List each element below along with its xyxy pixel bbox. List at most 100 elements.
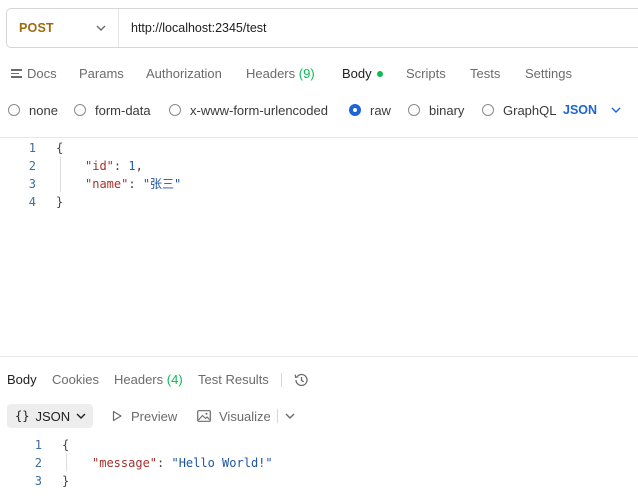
tab-scripts[interactable]: Scripts (406, 64, 446, 84)
tab-body-label: Body (342, 66, 372, 81)
response-tab-body[interactable]: Body (7, 370, 37, 390)
visualize-image-icon (197, 410, 211, 422)
tab-tests[interactable]: Tests (470, 64, 500, 84)
line-number: 3 (34, 474, 42, 488)
response-headers-count: (4) (166, 372, 183, 387)
response-tab-cookies[interactable]: Cookies (52, 370, 99, 390)
url-bar: POST http://localhost:2345/test (6, 8, 638, 48)
body-format-select[interactable]: JSON (563, 100, 621, 120)
response-tab-body-label: Body (7, 372, 37, 387)
json-key-message: "message" (92, 456, 158, 470)
body-type-selector: none form-data x-www-form-urlencoded raw… (0, 100, 638, 120)
tab-headers-label: Headers (246, 66, 296, 81)
radio-urlencoded-label: x-www-form-urlencoded (190, 102, 328, 118)
tab-authorization[interactable]: Authorization (146, 64, 222, 84)
preview-label: Preview (131, 408, 178, 424)
response-tab-headers-label: Headers (114, 372, 164, 387)
code-line: 2 "message": "Hello World!" (0, 454, 638, 472)
tab-tests-label: Tests (470, 66, 501, 81)
open-brace: { (62, 438, 70, 452)
radio-binary-label: binary (429, 102, 465, 118)
code-line: 2 "id": 1, (0, 157, 638, 175)
chevron-down-icon (96, 25, 106, 31)
tab-settings-label: Settings (525, 66, 572, 81)
close-brace: } (62, 474, 70, 488)
pane-divider[interactable] (0, 356, 638, 357)
json-key-id: "id" (85, 159, 114, 173)
request-body-editor[interactable]: 1 { 2 "id": 1, 3 "name": "张三" 4 } (0, 139, 638, 219)
radio-form-data-label: form-data (95, 102, 151, 118)
json-value-id: 1 (128, 159, 136, 173)
line-number: 2 (28, 159, 36, 173)
response-toolbar: {} JSON Preview Visualize (0, 404, 638, 428)
radio-urlencoded-circle[interactable] (169, 104, 181, 116)
radio-binary-circle[interactable] (408, 104, 420, 116)
radio-none[interactable]: none (8, 100, 58, 120)
json-key-name: "name" (85, 177, 129, 191)
line-number: 2 (34, 456, 42, 470)
code-line: 3 "name": "张三" (0, 175, 638, 193)
tab-scripts-label: Scripts (406, 66, 446, 81)
preview-play-icon (112, 410, 122, 422)
line-number: 4 (28, 195, 36, 209)
tab-settings[interactable]: Settings (525, 64, 572, 84)
headers-count: (9) (298, 66, 315, 81)
radio-form-data[interactable]: form-data (74, 100, 151, 120)
close-brace: } (56, 195, 64, 209)
tab-docs[interactable]: Docs (11, 64, 57, 84)
radio-raw-label: raw (370, 102, 391, 118)
tab-params-label: Params (79, 66, 124, 81)
response-tab-test-results[interactable]: Test Results (198, 370, 269, 390)
radio-none-circle[interactable] (8, 104, 20, 116)
response-format-label: JSON (35, 408, 71, 424)
json-value-message: "Hello World!" (171, 456, 273, 470)
tab-headers[interactable]: Headers (9) (246, 64, 315, 84)
code-line: 4 } (0, 193, 638, 211)
visualize-button[interactable]: Visualize (197, 404, 271, 428)
preview-button[interactable]: Preview (111, 404, 177, 428)
tab-docs-label: Docs (27, 66, 57, 81)
radio-graphql[interactable]: GraphQL (482, 100, 556, 120)
request-tabs: Docs Params Authorization Headers (9) Bo… (0, 64, 638, 84)
visualize-label: Visualize (219, 408, 271, 424)
response-tabs: Body Cookies Headers (4) Test Results (0, 370, 638, 390)
radio-binary[interactable]: binary (408, 100, 464, 120)
json-value-name: "张三" (142, 177, 182, 191)
chevron-down-icon[interactable] (285, 413, 295, 419)
method-label: POST (19, 21, 54, 35)
response-tab-headers[interactable]: Headers (4) (114, 370, 183, 390)
docs-icon (11, 69, 22, 78)
radio-none-label: none (29, 102, 58, 118)
line-number: 1 (34, 438, 42, 452)
radio-raw-circle[interactable] (349, 104, 361, 116)
radio-graphql-label: GraphQL (503, 102, 557, 118)
method-select[interactable]: POST (7, 9, 119, 47)
response-tab-cookies-label: Cookies (52, 372, 99, 387)
code-line: 1 { (0, 436, 638, 454)
tab-params[interactable]: Params (79, 64, 124, 84)
code-line: 3 } (0, 472, 638, 490)
chevron-down-icon (611, 107, 621, 113)
response-format-button[interactable]: {} JSON (7, 404, 93, 428)
body-format-label: JSON (563, 103, 598, 117)
open-brace: { (56, 141, 64, 155)
url-input[interactable]: http://localhost:2345/test (131, 21, 267, 35)
separator (281, 373, 282, 387)
tab-body[interactable]: Body (342, 64, 383, 84)
tab-authorization-label: Authorization (146, 66, 222, 81)
chevron-down-icon (76, 413, 86, 419)
radio-form-data-circle[interactable] (74, 104, 86, 116)
code-line: 1 { (0, 139, 638, 157)
body-modified-dot (376, 71, 383, 77)
radio-graphql-circle[interactable] (482, 104, 494, 116)
line-number: 1 (28, 141, 36, 155)
response-tab-test-results-label: Test Results (198, 372, 269, 387)
separator (277, 409, 278, 423)
braces-icon: {} (15, 409, 30, 423)
radio-urlencoded[interactable]: x-www-form-urlencoded (169, 100, 328, 120)
response-body-viewer[interactable]: 1 { 2 "message": "Hello World!" 3 } (0, 436, 638, 492)
line-number: 3 (28, 177, 36, 191)
divider (0, 137, 638, 138)
history-icon[interactable] (293, 372, 309, 388)
radio-raw[interactable]: raw (349, 100, 391, 120)
